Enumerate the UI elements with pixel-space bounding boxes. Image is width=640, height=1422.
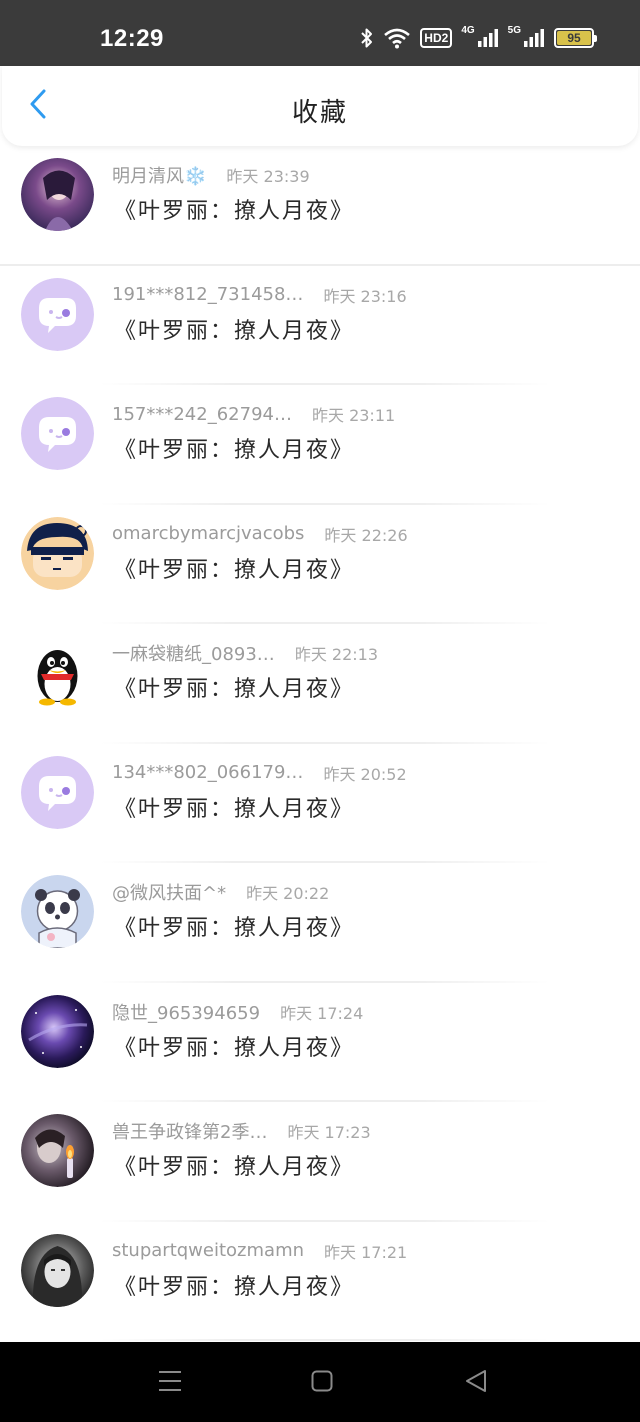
timestamp: 昨天 20:52 [323,764,407,784]
favorite-title[interactable]: 《叶罗丽：撩人月夜》 [114,910,354,942]
timestamp: 昨天 22:13 [294,645,379,664]
item-meta: 隐世_965394659 昨天 17:24 [112,1001,364,1024]
divider [100,1339,550,1341]
user-name: 兽王争政锋第2季… [112,1122,268,1143]
item-meta: stupartqweitozmamn 昨天 17:21 [112,1240,407,1262]
home-button[interactable] [306,1368,338,1398]
avatar[interactable] [21,636,94,709]
back-nav-button[interactable] [460,1368,492,1398]
user-name: @微风扶面^* [112,883,227,904]
user-name: omarcbymarcjvacobs [112,523,305,544]
signal-icon [523,28,545,48]
user-name: 134***802_066179… [112,762,304,783]
item-meta: 134***802_066179… 昨天 20:52 [112,762,407,784]
item-meta: omarcbymarcjvacobs 昨天 22:26 [112,523,408,545]
back-triangle-icon [465,1369,487,1397]
favorite-title[interactable]: 《叶罗丽：撩人月夜》 [114,432,354,464]
item-meta: @微风扶面^* 昨天 20:22 [112,881,330,904]
timestamp: 昨天 23:16 [323,286,407,306]
item-meta: 兽王争政锋第2季… 昨天 17:23 [112,1120,371,1143]
avatar[interactable] [21,994,94,1068]
avatar[interactable] [21,158,94,231]
list-item[interactable]: stupartqweitozmamn 昨天 17:21 《叶罗丽：撩人月夜》 [0,1222,640,1341]
status-icons: HD2 4G 5G 95 [360,24,597,52]
avatar[interactable] [21,397,94,470]
wifi-icon [383,27,411,49]
status-time: 12:29 [100,25,164,52]
status-bar: 12:29 HD2 4G 5G 95 [0,0,640,66]
signal-icon [477,28,499,48]
network-label-5g: 5G [507,25,521,36]
list-item[interactable]: @微风扶面^* 昨天 20:22 《叶罗丽：撩人月夜》 [0,863,640,983]
list-item[interactable]: 兽王争政锋第2季… 昨天 17:23 《叶罗丽：撩人月夜》 [0,1102,640,1222]
user-name: 157***242_62794… [112,403,292,425]
avatar[interactable] [21,277,94,351]
user-name: stupartqweitozmamn [112,1240,305,1261]
hd-badge: HD2 [420,28,453,48]
battery-level: 95 [557,31,591,45]
timestamp: 昨天 17:23 [287,1123,371,1142]
favorite-title[interactable]: 《叶罗丽：撩人月夜》 [114,1030,354,1062]
list-item[interactable]: 隐世_965394659 昨天 17:24 《叶罗丽：撩人月夜》 [0,983,640,1102]
user-name: 191***812_731458… [112,284,304,305]
avatar[interactable] [21,516,94,590]
avatar[interactable] [21,875,94,948]
item-meta: 明月清风❄️ 昨天 23:39 [112,164,310,187]
timestamp: 昨天 23:39 [226,167,310,186]
user-name: 一麻袋糖纸_0893… [112,644,275,665]
favorite-title[interactable]: 《叶罗丽：撩人月夜》 [114,1269,354,1301]
home-icon [311,1370,333,1396]
user-name: 隐世_965394659 [112,1002,261,1024]
favorite-title[interactable]: 《叶罗丽：撩人月夜》 [114,193,354,225]
timestamp: 昨天 23:11 [311,406,396,425]
timestamp: 昨天 22:26 [324,525,408,545]
bluetooth-icon [360,27,374,49]
menu-icon [158,1370,182,1396]
timestamp: 昨天 17:24 [280,1003,364,1023]
favorite-title[interactable]: 《叶罗丽：撩人月夜》 [114,313,354,345]
favorite-title[interactable]: 《叶罗丽：撩人月夜》 [114,1149,354,1181]
avatar[interactable] [21,1114,94,1187]
network-label-4g: 4G [461,25,475,36]
list-item[interactable]: 157***242_62794… 昨天 23:11 《叶罗丽：撩人月夜》 [0,385,640,505]
avatar[interactable] [21,1233,94,1307]
list-item[interactable]: 一麻袋糖纸_0893… 昨天 22:13 《叶罗丽：撩人月夜》 [0,624,640,744]
timestamp: 昨天 17:21 [324,1242,408,1262]
navigation-bar [0,1342,640,1422]
list-item[interactable]: 134***802_066179… 昨天 20:52 《叶罗丽：撩人月夜》 [0,744,640,863]
item-meta: 191***812_731458… 昨天 23:16 [112,284,407,306]
user-name: 明月清风❄️ [112,166,207,187]
page-header: 收藏 [2,66,638,146]
list-item[interactable]: 191***812_731458… 昨天 23:16 《叶罗丽：撩人月夜》 [0,266,640,385]
favorites-list: 明月清风❄️ 昨天 23:39 《叶罗丽：撩人月夜》 191***812_731458… [0,146,640,1341]
item-meta: 一麻袋糖纸_0893… 昨天 22:13 [112,642,379,665]
avatar[interactable] [21,755,94,829]
favorite-title[interactable]: 《叶罗丽：撩人月夜》 [114,791,354,823]
page-title: 收藏 [291,98,348,128]
menu-button[interactable] [154,1368,186,1398]
item-meta: 157***242_62794… 昨天 23:11 [112,403,396,426]
favorite-title[interactable]: 《叶罗丽：撩人月夜》 [114,552,354,584]
battery-icon: 95 [554,28,597,48]
list-item[interactable]: 明月清风❄️ 昨天 23:39 《叶罗丽：撩人月夜》 [0,146,640,266]
list-item[interactable]: omarcbymarcjvacobs 昨天 22:26 《叶罗丽：撩人月夜》 [0,505,640,624]
favorite-title[interactable]: 《叶罗丽：撩人月夜》 [114,671,354,703]
timestamp: 昨天 20:22 [246,884,330,903]
